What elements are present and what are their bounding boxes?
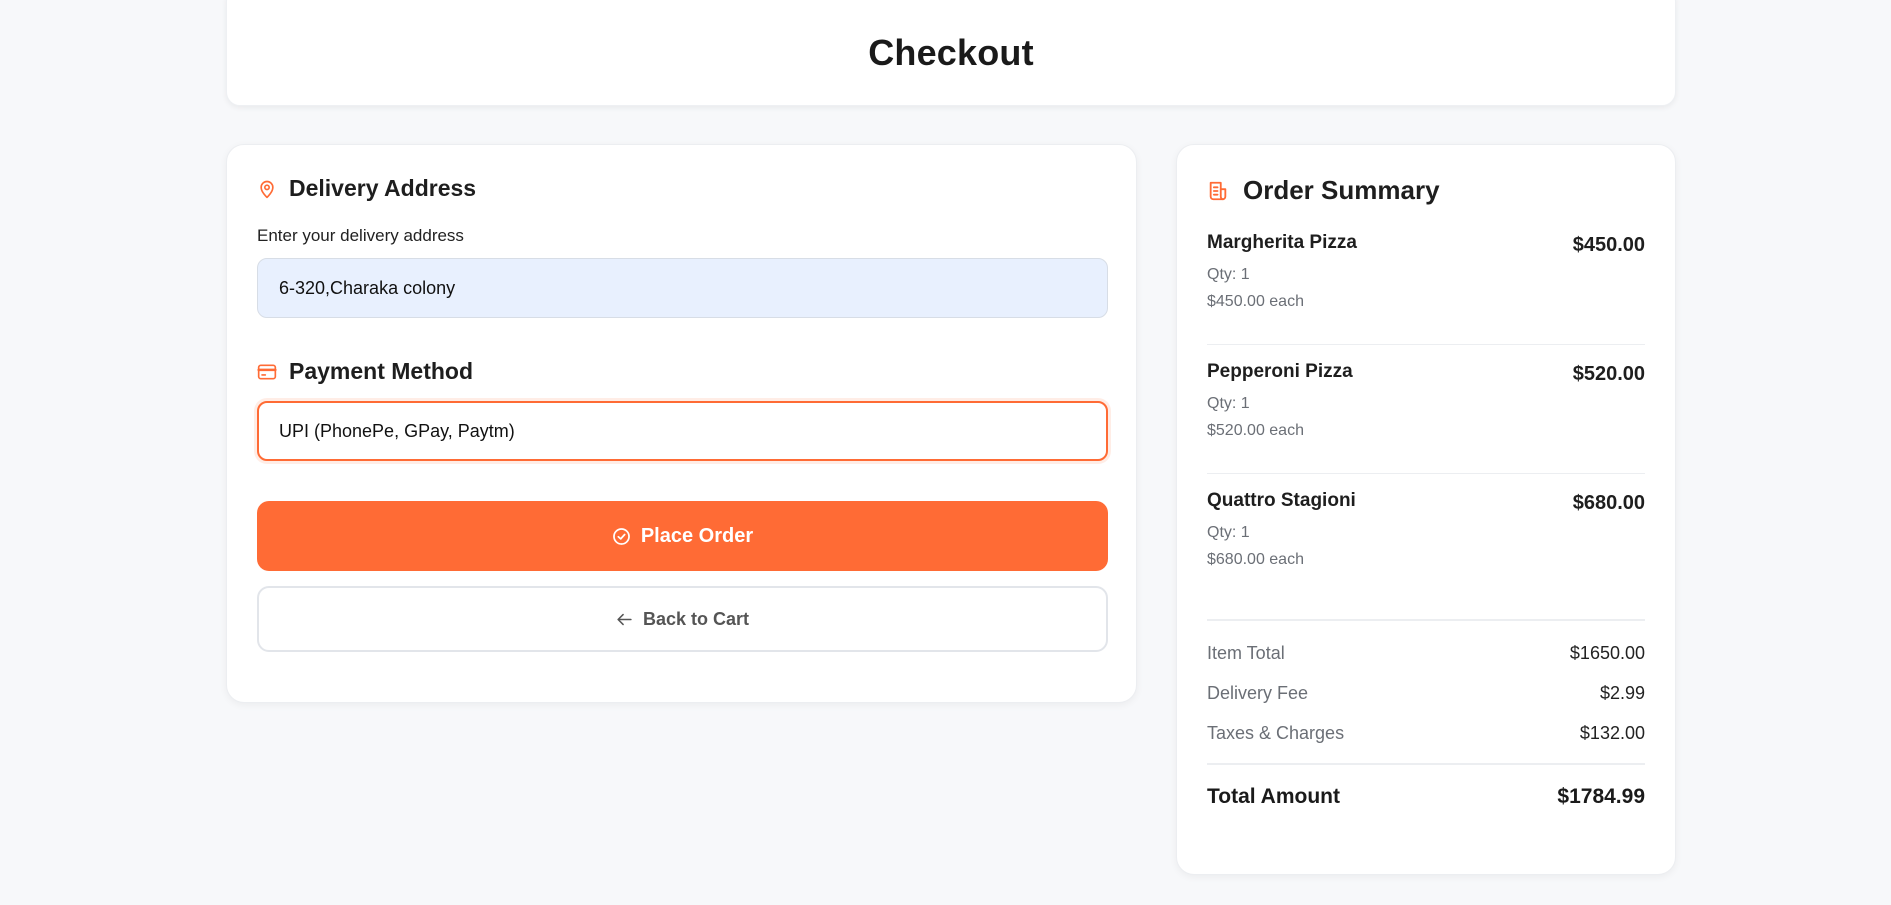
order-item: Quattro Stagioni Qty: 1 $680.00 each $68…: [1207, 490, 1645, 603]
order-summary-title: Order Summary: [1243, 175, 1440, 205]
checkout-form-card: Delivery Address Enter your delivery add…: [226, 144, 1137, 703]
item-quantity: Qty: 1: [1207, 524, 1250, 541]
item-quantity: Qty: 1: [1207, 395, 1250, 412]
place-order-label: Place Order: [640, 524, 754, 547]
credit-card-icon: [257, 363, 277, 381]
item-total-label: Item Total: [1207, 643, 1285, 663]
map-pin-icon: [257, 178, 277, 200]
address-input-value: 6-320,Charaka colony: [279, 277, 456, 298]
delivery-address-heading: Delivery Address: [257, 175, 1106, 202]
order-items-list: Margherita Pizza Qty: 1 $450.00 each $45…: [1207, 232, 1645, 603]
order-item: Pepperoni Pizza Qty: 1 $520.00 each $520…: [1207, 361, 1645, 474]
place-order-button[interactable]: Place Order: [257, 501, 1108, 571]
order-summary-heading: Order Summary: [1207, 175, 1645, 206]
arrow-left-icon: [616, 612, 633, 627]
page-header: Checkout: [226, 0, 1676, 106]
page-title: Checkout: [868, 32, 1034, 73]
check-circle-icon: [612, 527, 631, 546]
item-unit-price: $450.00 each: [1207, 293, 1304, 310]
payment-method-heading: Payment Method: [257, 358, 1106, 385]
item-quantity: Qty: 1: [1207, 266, 1250, 283]
taxes-value: $132.00: [1579, 723, 1645, 743]
totals-section: Item Total $1650.00 Delivery Fee $2.99 T…: [1207, 619, 1645, 809]
taxes-label: Taxes & Charges: [1207, 723, 1345, 743]
order-item: Margherita Pizza Qty: 1 $450.00 each $45…: [1207, 232, 1645, 345]
grand-total-value: $1784.99: [1557, 785, 1645, 808]
taxes-row: Taxes & Charges $132.00: [1207, 723, 1645, 744]
delivery-fee-value: $2.99: [1599, 683, 1645, 703]
back-to-cart-label: Back to Cart: [642, 608, 750, 629]
item-name: Margherita Pizza: [1207, 232, 1357, 253]
item-price: $450.00: [1572, 234, 1645, 256]
payment-method-selected: UPI (PhonePe, GPay, Paytm): [279, 420, 515, 441]
item-total-value: $1650.00: [1569, 643, 1645, 663]
back-to-cart-button[interactable]: Back to Cart: [257, 586, 1108, 652]
grand-total-label: Total Amount: [1207, 785, 1340, 808]
item-name: Quattro Stagioni: [1207, 490, 1356, 511]
item-name: Pepperoni Pizza: [1207, 361, 1353, 382]
order-summary-card: Order Summary Margherita Pizza Qty: 1 $4…: [1176, 144, 1676, 875]
address-input[interactable]: 6-320,Charaka colony: [257, 258, 1108, 318]
receipt-icon: [1207, 180, 1229, 202]
grand-total-row: Total Amount $1784.99: [1207, 763, 1645, 809]
delivery-address-title: Delivery Address: [289, 175, 477, 201]
delivery-fee-label: Delivery Fee: [1207, 683, 1309, 703]
delivery-fee-row: Delivery Fee $2.99: [1207, 683, 1645, 704]
item-price: $520.00: [1572, 363, 1645, 385]
item-total-row: Item Total $1650.00: [1207, 643, 1645, 664]
item-unit-price: $680.00 each: [1207, 551, 1304, 568]
payment-method-title: Payment Method: [289, 358, 474, 384]
address-field-label: Enter your delivery address: [257, 226, 464, 245]
item-price: $680.00: [1572, 492, 1645, 514]
item-unit-price: $520.00 each: [1207, 422, 1304, 439]
payment-method-select[interactable]: UPI (PhonePe, GPay, Paytm): [257, 401, 1108, 461]
